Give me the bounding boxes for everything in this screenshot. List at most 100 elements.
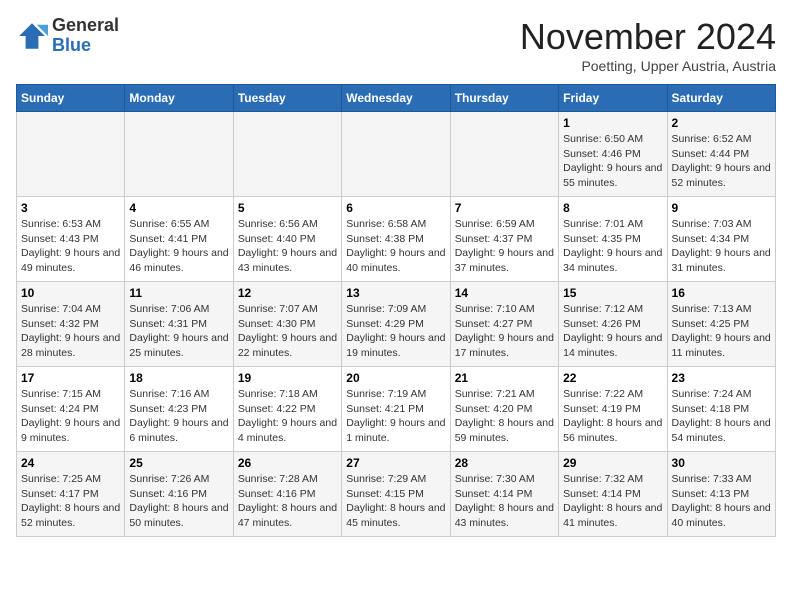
day-cell: 8 Sunrise: 7:01 AM Sunset: 4:35 PM Daylig… [559,197,667,282]
day-info: Sunrise: 7:13 AM Sunset: 4:25 PM Dayligh… [672,302,771,361]
logo-general-text: General [52,16,119,36]
logo-blue-text: Blue [52,36,119,56]
day-cell: 9 Sunrise: 7:03 AM Sunset: 4:34 PM Daylig… [667,197,775,282]
day-number: 28 [455,456,554,470]
day-number: 27 [346,456,445,470]
day-number: 11 [129,286,228,300]
day-cell: 24 Sunrise: 7:25 AM Sunset: 4:17 PM Dayli… [17,452,125,537]
day-info: Sunrise: 7:03 AM Sunset: 4:34 PM Dayligh… [672,217,771,276]
day-number: 24 [21,456,120,470]
day-info: Sunrise: 7:25 AM Sunset: 4:17 PM Dayligh… [21,472,120,531]
day-cell: 12 Sunrise: 7:07 AM Sunset: 4:30 PM Dayli… [233,282,341,367]
day-info: Sunrise: 7:04 AM Sunset: 4:32 PM Dayligh… [21,302,120,361]
day-number: 18 [129,371,228,385]
day-number: 21 [455,371,554,385]
calendar-header: SundayMondayTuesdayWednesdayThursdayFrid… [17,85,776,112]
header-cell-friday: Friday [559,85,667,112]
week-row-0: 1 Sunrise: 6:50 AM Sunset: 4:46 PM Daylig… [17,112,776,197]
week-row-3: 17Sunrise: 7:15 AM Sunset: 4:24 PM Dayli… [17,367,776,452]
day-number: 10 [21,286,120,300]
day-cell [450,112,558,197]
day-cell: 25 Sunrise: 7:26 AM Sunset: 4:16 PM Dayli… [125,452,233,537]
day-number: 25 [129,456,228,470]
day-cell [125,112,233,197]
day-cell: 2Sunrise: 6:52 AM Sunset: 4:44 PM Daylig… [667,112,775,197]
day-info: Sunrise: 6:56 AM Sunset: 4:40 PM Dayligh… [238,217,337,276]
day-cell: 18Sunrise: 7:16 AM Sunset: 4:23 PM Dayli… [125,367,233,452]
day-cell: 26Sunrise: 7:28 AM Sunset: 4:16 PM Dayli… [233,452,341,537]
day-number: 22 [563,371,662,385]
calendar-body: 1 Sunrise: 6:50 AM Sunset: 4:46 PM Daylig… [17,112,776,537]
logo-icon [16,20,48,52]
day-number: 30 [672,456,771,470]
day-cell: 11 Sunrise: 7:06 AM Sunset: 4:31 PM Dayli… [125,282,233,367]
day-number: 15 [563,286,662,300]
day-cell [233,112,341,197]
day-number: 1 [563,116,662,130]
day-cell: 19Sunrise: 7:18 AM Sunset: 4:22 PM Dayli… [233,367,341,452]
day-cell: 15Sunrise: 7:12 AM Sunset: 4:26 PM Dayli… [559,282,667,367]
day-cell: 1 Sunrise: 6:50 AM Sunset: 4:46 PM Daylig… [559,112,667,197]
day-number: 9 [672,201,771,215]
logo: General Blue [16,16,119,56]
month-title: November 2024 [520,16,776,58]
header-cell-thursday: Thursday [450,85,558,112]
header-row: SundayMondayTuesdayWednesdayThursdayFrid… [17,85,776,112]
day-number: 29 [563,456,662,470]
day-number: 12 [238,286,337,300]
day-info: Sunrise: 7:06 AM Sunset: 4:31 PM Dayligh… [129,302,228,361]
day-info: Sunrise: 7:24 AM Sunset: 4:18 PM Dayligh… [672,387,771,446]
day-cell: 13 Sunrise: 7:09 AM Sunset: 4:29 PM Dayli… [342,282,450,367]
day-number: 6 [346,201,445,215]
day-cell: 10 Sunrise: 7:04 AM Sunset: 4:32 PM Dayli… [17,282,125,367]
day-info: Sunrise: 6:55 AM Sunset: 4:41 PM Dayligh… [129,217,228,276]
week-row-2: 10 Sunrise: 7:04 AM Sunset: 4:32 PM Dayli… [17,282,776,367]
day-cell: 23Sunrise: 7:24 AM Sunset: 4:18 PM Dayli… [667,367,775,452]
day-info: Sunrise: 7:07 AM Sunset: 4:30 PM Dayligh… [238,302,337,361]
day-number: 19 [238,371,337,385]
day-cell: 27Sunrise: 7:29 AM Sunset: 4:15 PM Dayli… [342,452,450,537]
day-number: 8 [563,201,662,215]
header-cell-sunday: Sunday [17,85,125,112]
day-number: 26 [238,456,337,470]
header-cell-monday: Monday [125,85,233,112]
day-info: Sunrise: 7:21 AM Sunset: 4:20 PM Dayligh… [455,387,554,446]
day-cell: 29Sunrise: 7:32 AM Sunset: 4:14 PM Dayli… [559,452,667,537]
day-info: Sunrise: 6:59 AM Sunset: 4:37 PM Dayligh… [455,217,554,276]
day-cell: 17Sunrise: 7:15 AM Sunset: 4:24 PM Dayli… [17,367,125,452]
day-cell: 14Sunrise: 7:10 AM Sunset: 4:27 PM Dayli… [450,282,558,367]
day-info: Sunrise: 6:50 AM Sunset: 4:46 PM Dayligh… [563,132,662,191]
page-header: General Blue November 2024 Poetting, Upp… [16,16,776,74]
day-cell: 5 Sunrise: 6:56 AM Sunset: 4:40 PM Daylig… [233,197,341,282]
week-row-1: 3 Sunrise: 6:53 AM Sunset: 4:43 PM Daylig… [17,197,776,282]
day-cell: 16 Sunrise: 7:13 AM Sunset: 4:25 PM Dayli… [667,282,775,367]
day-cell: 4Sunrise: 6:55 AM Sunset: 4:41 PM Daylig… [125,197,233,282]
day-number: 17 [21,371,120,385]
day-info: Sunrise: 7:26 AM Sunset: 4:16 PM Dayligh… [129,472,228,531]
day-cell [342,112,450,197]
day-info: Sunrise: 7:19 AM Sunset: 4:21 PM Dayligh… [346,387,445,446]
day-info: Sunrise: 7:09 AM Sunset: 4:29 PM Dayligh… [346,302,445,361]
day-number: 20 [346,371,445,385]
location-subtitle: Poetting, Upper Austria, Austria [520,58,776,74]
day-info: Sunrise: 6:52 AM Sunset: 4:44 PM Dayligh… [672,132,771,191]
header-cell-saturday: Saturday [667,85,775,112]
day-cell: 7Sunrise: 6:59 AM Sunset: 4:37 PM Daylig… [450,197,558,282]
day-cell: 22 Sunrise: 7:22 AM Sunset: 4:19 PM Dayli… [559,367,667,452]
day-cell: 28 Sunrise: 7:30 AM Sunset: 4:14 PM Dayli… [450,452,558,537]
header-cell-wednesday: Wednesday [342,85,450,112]
day-cell: 30Sunrise: 7:33 AM Sunset: 4:13 PM Dayli… [667,452,775,537]
day-info: Sunrise: 7:01 AM Sunset: 4:35 PM Dayligh… [563,217,662,276]
day-cell: 20 Sunrise: 7:19 AM Sunset: 4:21 PM Dayli… [342,367,450,452]
day-info: Sunrise: 6:58 AM Sunset: 4:38 PM Dayligh… [346,217,445,276]
day-cell [17,112,125,197]
day-number: 14 [455,286,554,300]
day-number: 16 [672,286,771,300]
day-cell: 6 Sunrise: 6:58 AM Sunset: 4:38 PM Daylig… [342,197,450,282]
day-info: Sunrise: 7:22 AM Sunset: 4:19 PM Dayligh… [563,387,662,446]
day-number: 5 [238,201,337,215]
day-info: Sunrise: 6:53 AM Sunset: 4:43 PM Dayligh… [21,217,120,276]
day-number: 3 [21,201,120,215]
day-number: 13 [346,286,445,300]
day-info: Sunrise: 7:30 AM Sunset: 4:14 PM Dayligh… [455,472,554,531]
